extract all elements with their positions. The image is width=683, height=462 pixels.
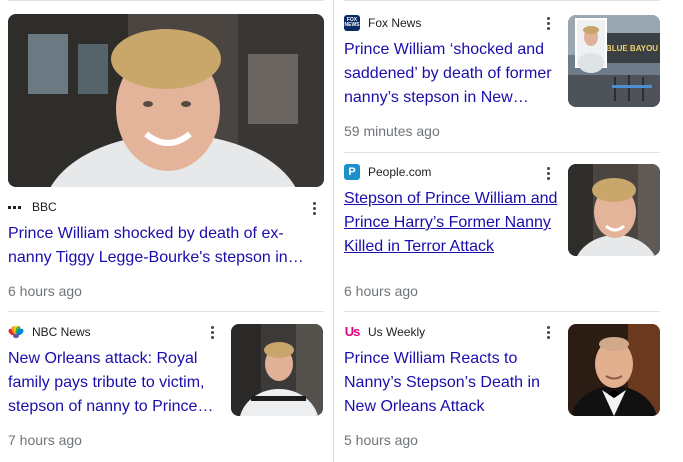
card-divider	[344, 311, 660, 312]
article-image-us-weekly[interactable]	[568, 324, 660, 416]
article-time: 6 hours ago	[344, 283, 418, 299]
top-divider	[344, 0, 660, 1]
more-options-icon[interactable]	[541, 164, 555, 182]
card-divider	[344, 152, 660, 153]
article-time: 7 hours ago	[8, 432, 82, 448]
article-headline[interactable]: Prince William ‘shocked and saddened’ by…	[344, 38, 556, 110]
source-people: P People.com	[344, 163, 431, 181]
us-weekly-logo-icon: Us	[344, 324, 360, 339]
card-divider	[8, 311, 324, 312]
people-logo-icon: P	[344, 164, 360, 180]
article-time: 6 hours ago	[8, 283, 82, 299]
source-fox: FOX NEWS Fox News	[344, 14, 421, 32]
top-divider	[8, 0, 324, 1]
column-divider	[333, 0, 334, 462]
article-time: 59 minutes ago	[344, 123, 440, 139]
source-name: Us Weekly	[368, 325, 426, 339]
more-options-icon[interactable]	[541, 323, 555, 341]
source-name: BBC	[32, 200, 57, 214]
source-nbc: NBC News	[8, 323, 91, 341]
article-image-bbc[interactable]	[8, 14, 324, 187]
article-headline[interactable]: Stepson of Prince William and Prince Har…	[344, 187, 560, 259]
article-headline[interactable]: Prince William Reacts to Nanny’s Stepson…	[344, 347, 556, 419]
source-us-weekly: Us Us Weekly	[344, 323, 425, 341]
bbc-logo-icon	[8, 199, 24, 215]
more-options-icon[interactable]	[307, 199, 321, 217]
source-name: NBC News	[32, 325, 91, 339]
source-name: People.com	[368, 165, 432, 179]
article-image-nbc[interactable]	[231, 324, 323, 416]
more-options-icon[interactable]	[205, 323, 219, 341]
article-image-people[interactable]	[568, 164, 660, 256]
article-image-fox[interactable]: BLUE BAYOU	[568, 15, 660, 107]
fox-news-logo-icon: FOX NEWS	[344, 15, 360, 31]
article-time: 5 hours ago	[344, 432, 418, 448]
more-options-icon[interactable]	[541, 14, 555, 32]
article-headline[interactable]: New Orleans attack: Royal family pays tr…	[8, 347, 220, 419]
source-name: Fox News	[368, 16, 422, 30]
thumb-sign-text: BLUE BAYOU	[606, 44, 658, 53]
article-headline[interactable]: Prince William shocked by death of ex-na…	[8, 222, 324, 270]
nbc-peacock-logo-icon	[8, 324, 24, 340]
source-bbc: BBC	[8, 198, 57, 216]
